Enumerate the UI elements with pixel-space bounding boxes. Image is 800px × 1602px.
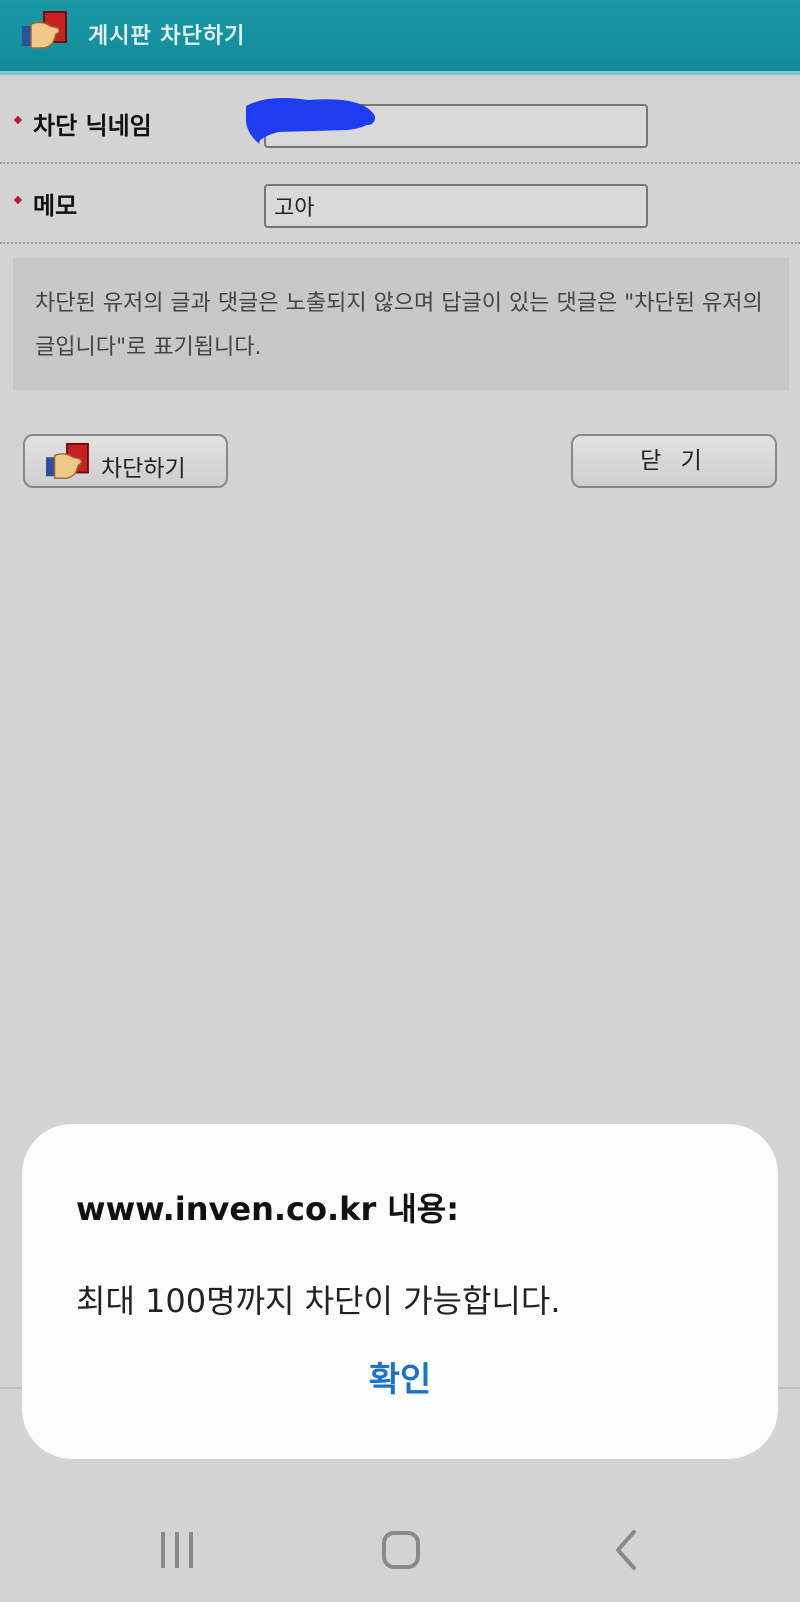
memo-row: 메모 — [0, 164, 800, 244]
nickname-label: 차단 닉네임 — [33, 112, 152, 140]
dialog-ok-button[interactable]: 확인 — [22, 1352, 778, 1401]
nickname-row: 차단 닉네임 — [0, 84, 800, 164]
memo-input[interactable] — [264, 184, 648, 228]
memo-label: 메모 — [33, 192, 78, 220]
hand-red-card-icon — [46, 442, 89, 479]
bullet-icon — [13, 195, 23, 205]
recent-apps-icon[interactable] — [158, 1528, 196, 1572]
notice-text: 차단된 유저의 글과 댓글은 노출되지 않으며 답글이 있는 댓글은 "차단된 … — [13, 258, 789, 390]
close-button[interactable]: 닫 기 — [571, 434, 777, 488]
navigation-bar — [0, 1500, 800, 1602]
block-button[interactable]: 차단하기 — [23, 434, 228, 488]
block-button-label: 차단하기 — [101, 456, 186, 482]
dialog-message: 최대 100명까지 차단이 가능합니다. — [76, 1282, 561, 1320]
home-icon[interactable] — [380, 1528, 422, 1572]
back-icon[interactable] — [610, 1528, 642, 1572]
page-title: 게시판 차단하기 — [88, 24, 246, 49]
alert-dialog: www.inven.co.kr 내용: 최대 100명까지 차단이 가능합니다.… — [22, 1124, 778, 1459]
bullet-icon — [13, 115, 23, 125]
close-button-label: 닫 기 — [640, 448, 708, 474]
dialog-title: www.inven.co.kr 내용: — [76, 1190, 460, 1228]
redaction-scribble — [246, 98, 375, 146]
hand-red-card-icon — [22, 11, 67, 49]
title-bar: 게시판 차단하기 — [0, 0, 800, 75]
